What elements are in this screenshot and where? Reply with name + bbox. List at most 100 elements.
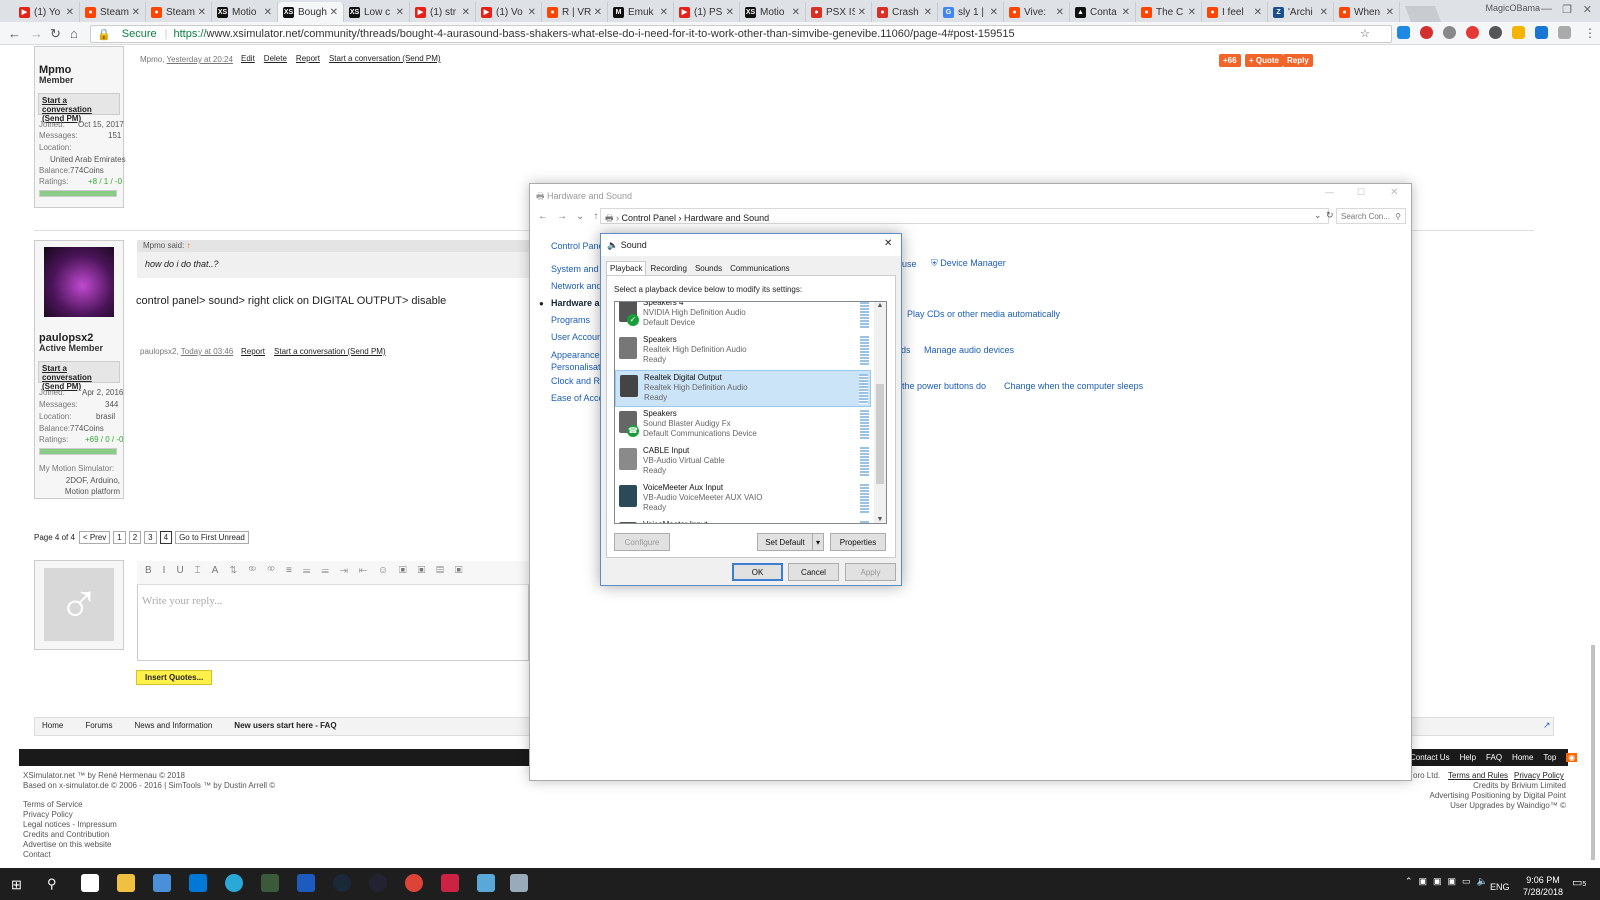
send-pm-button[interactable]: Start a conversation (Send PM) [38, 93, 120, 123]
extension-icon[interactable] [1489, 26, 1502, 39]
app-icon[interactable] [153, 874, 171, 892]
tab-close-icon[interactable]: ✕ [990, 7, 998, 18]
privacy-policy-link[interactable]: Privacy Policy [1514, 771, 1564, 780]
cancel-button[interactable]: Cancel [788, 563, 839, 581]
scroll-up-icon[interactable]: ▲ [874, 302, 886, 309]
prev-page-link[interactable]: < Prev [78, 531, 111, 544]
tab-playback[interactable]: Playback [606, 261, 647, 275]
playback-device[interactable]: Realtek Digital Output Realtek High Defin… [615, 370, 871, 407]
page-2-link[interactable]: 2 [128, 531, 142, 544]
chrome-icon[interactable] [405, 874, 423, 892]
extension-icon[interactable] [1397, 26, 1410, 39]
extension-icon[interactable] [1420, 26, 1433, 39]
cp-nav-buttons[interactable]: ←→⌄↑ [538, 211, 607, 222]
tab-close-icon[interactable]: ✕ [1122, 7, 1130, 18]
home-link[interactable]: Home [1512, 753, 1533, 762]
new-tab-button[interactable] [1405, 6, 1441, 22]
tab-close-icon[interactable]: ✕ [1056, 7, 1064, 18]
tab-close-icon[interactable]: ✕ [660, 7, 668, 18]
browser-tab[interactable]: M Emuk ✕ [608, 2, 674, 22]
browser-tab[interactable]: ▲ Conta ✕ [1070, 2, 1136, 22]
app-icon[interactable] [261, 874, 279, 892]
scroll-thumb[interactable] [876, 384, 884, 484]
credits-link[interactable]: Credits and Contribution [23, 830, 117, 840]
apply-button[interactable]: Apply [845, 563, 896, 581]
cp-close-icon[interactable]: ✕ [1390, 187, 1398, 198]
browser-tab[interactable]: ▶ (1) PS ✕ [674, 2, 740, 22]
browser-tab[interactable]: ●PSX IS✕ [806, 2, 872, 22]
tab-close-icon[interactable]: ✕ [924, 7, 932, 18]
browser-tab[interactable]: Gsly 1 | ✕ [938, 2, 1004, 22]
extension-icon[interactable] [1466, 26, 1479, 39]
url-input[interactable]: 🔒 Secure | https:// www.xsimulator.net/c… [90, 25, 1392, 43]
edit-link[interactable]: Edit [241, 54, 255, 63]
nav-clock[interactable]: Clock and Re [551, 373, 607, 390]
tab-close-icon[interactable]: ✕ [726, 7, 734, 18]
tab-close-icon[interactable]: ✕ [1320, 7, 1328, 18]
device-manager-link[interactable]: ⛨ Device Manager [931, 258, 1006, 269]
tab-close-icon[interactable]: ✕ [462, 7, 470, 18]
browser-tab[interactable]: ▶ (1) str ✕ [410, 2, 476, 22]
language-indicator[interactable]: ENG [1490, 882, 1510, 892]
avatar[interactable] [44, 247, 114, 317]
browser-tab[interactable]: XS Low c ✕ [344, 2, 410, 22]
set-default-button[interactable]: Set Default [757, 533, 813, 551]
cp-address-bar[interactable]: 🖶 › Control Panel › Hardware and Sound [600, 208, 1329, 224]
cp-maximize-icon[interactable]: ☐ [1357, 187, 1365, 198]
playback-device[interactable]: Speakers Sound Blaster Audigy Fx Default C… [615, 407, 871, 444]
breadcrumb-news[interactable]: News and Information [134, 721, 212, 730]
browser-tab[interactable]: ● When ✕ [1334, 2, 1400, 22]
rss-icon[interactable]: ◉ [1566, 753, 1578, 762]
back-icon[interactable]: ← [8, 26, 21, 41]
browser-tab[interactable]: XS Bough ✕ [278, 2, 344, 22]
control-panel-taskbar-icon[interactable] [510, 874, 528, 892]
tab-close-icon[interactable]: ✕ [132, 7, 140, 18]
page-3-link[interactable]: 3 [144, 531, 157, 544]
browser-tab[interactable]: ● The C ✕ [1136, 2, 1202, 22]
reload-icon[interactable]: ↻ [50, 26, 61, 42]
terms-rules-link[interactable]: Terms and Rules [1448, 771, 1508, 780]
reply-button[interactable]: Reply [1283, 54, 1313, 67]
legal-link[interactable]: Legal notices - Impressum [23, 820, 117, 830]
nav-programs[interactable]: Programs [551, 312, 607, 329]
tab-close-icon[interactable]: ✕ [66, 7, 74, 18]
quote-jump-icon[interactable]: ↑ [187, 241, 191, 250]
close-icon[interactable]: ✕ [1583, 3, 1592, 16]
app-icon[interactable] [297, 874, 315, 892]
tab-close-icon[interactable]: ✕ [198, 7, 206, 18]
nav-user-accounts[interactable]: User Accoun [551, 329, 607, 346]
browser-tab[interactable]: Z 'Archi ✕ [1268, 2, 1334, 22]
extension-icon[interactable] [1558, 26, 1571, 39]
sounds-link[interactable]: ds [901, 345, 911, 355]
tab-close-icon[interactable]: ✕ [792, 7, 800, 18]
cp-dropdown-icon[interactable]: ⌄ [1314, 210, 1322, 221]
cp-refresh-icon[interactable]: ↻ [1326, 210, 1334, 221]
app-icon[interactable] [369, 874, 387, 892]
power-buttons-link[interactable]: t the power buttons do [897, 381, 986, 391]
breadcrumb-home[interactable]: Home [42, 721, 63, 730]
playback-device[interactable]: VoiceMeeter Input [615, 518, 871, 523]
browser-tab[interactable]: ● R | VR ✕ [542, 2, 608, 22]
nav-personalisation[interactable]: Personalisati [551, 361, 607, 373]
device-list-scrollbar[interactable]: ▲ ▼ [874, 302, 886, 523]
playback-device[interactable]: Speakers 4 NVIDIA High Definition Audio De… [615, 302, 871, 333]
menu-icon[interactable]: ⋮ [1584, 26, 1596, 40]
clock[interactable]: 9:06 PM 7/28/2018 [1518, 874, 1568, 898]
app-icon[interactable] [225, 874, 243, 892]
file-explorer-icon[interactable] [117, 874, 135, 892]
app-icon[interactable] [441, 874, 459, 892]
contact-link[interactable]: Contact [23, 850, 117, 860]
browser-tab[interactable]: XS Motio ✕ [212, 2, 278, 22]
insert-quotes-button[interactable]: Insert Quotes... [136, 670, 213, 685]
editor-toolbar[interactable]: BIU⌶A⇅⚭⚭≡☰☰⇥⇤☺▣▣▤▣ [137, 561, 529, 585]
tab-sounds[interactable]: Sounds [691, 262, 726, 275]
forward-icon[interactable]: → [30, 26, 43, 41]
mail-icon[interactable] [81, 874, 99, 892]
nav-system[interactable]: System and S [551, 261, 607, 278]
like-button[interactable]: +66 [1219, 54, 1241, 67]
quote-button[interactable]: + Quote [1245, 54, 1284, 67]
browser-tab[interactable]: ● Crash ✕ [872, 2, 938, 22]
maximize-icon[interactable]: ❐ [1562, 3, 1572, 16]
report-link[interactable]: Report [296, 54, 320, 63]
browser-tab[interactable]: ● I feel ✕ [1202, 2, 1268, 22]
